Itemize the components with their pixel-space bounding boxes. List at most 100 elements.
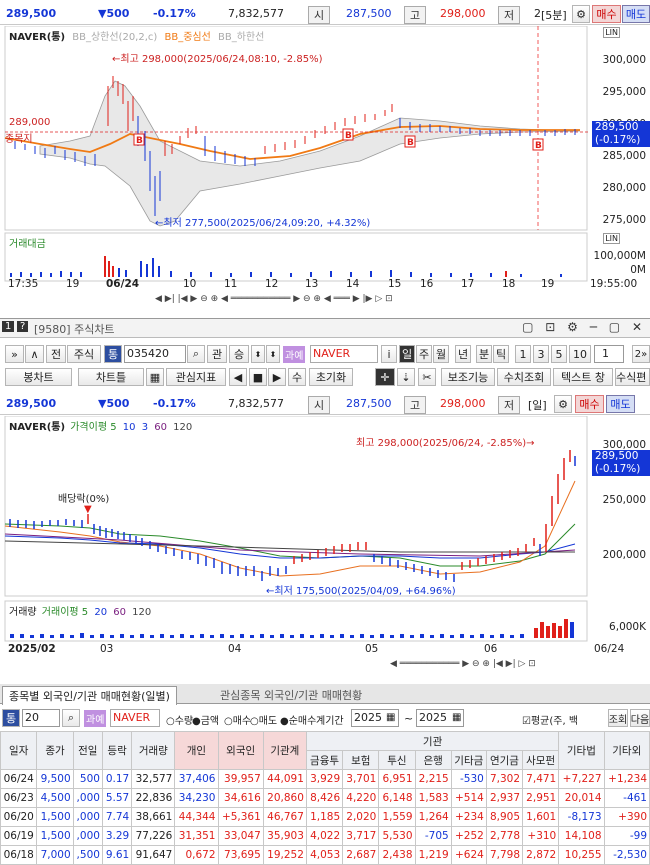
crosshair-icon[interactable]: ✛ bbox=[375, 368, 395, 386]
search-icon[interactable]: ⌕ bbox=[62, 709, 80, 727]
info-button[interactable]: i bbox=[381, 345, 397, 363]
avg-checkbox[interactable]: ☑평균(주, 백 bbox=[522, 712, 578, 727]
query-button[interactable]: 조회 bbox=[608, 709, 628, 727]
radio-sell[interactable]: ○매도 bbox=[250, 712, 277, 727]
mid-scroll-controls[interactable]: ◀ ═══════════ ▶ ⊖ ⊕ |◀ ▶| ▷ ⊡ bbox=[390, 659, 630, 673]
grid-icon[interactable]: ▦ bbox=[146, 368, 164, 386]
window-title-bar[interactable]: 1 ? [9580] 주식차트 ▢ ⊡ ⚙ ─ ▢ ✕ bbox=[0, 318, 650, 338]
table-row[interactable]: 06/23 4,500,000 5.57 22,836 34,230 34,616 20,8… bbox=[0, 788, 650, 808]
dividend-annotation: 배당락(0%) bbox=[58, 494, 110, 505]
period-minute[interactable]: 분 bbox=[476, 345, 492, 363]
search-icon[interactable]: ⌕ bbox=[187, 345, 205, 363]
chart-frame-button[interactable]: 차트틀 bbox=[78, 368, 144, 386]
buy-button[interactable]: 매수 bbox=[575, 395, 604, 413]
help-icon[interactable]: ? bbox=[17, 321, 29, 332]
sell-button[interactable]: 매도 bbox=[606, 395, 635, 413]
tab-daily-trading[interactable]: 종목별 외국인/기관 매매현황(일별) bbox=[2, 686, 177, 705]
period-month[interactable]: 월 bbox=[433, 345, 449, 363]
mid-volume-legend: 거래량 거래이평 5 20 60 120 bbox=[9, 603, 151, 618]
value-query-button[interactable]: 수치조회 bbox=[497, 368, 551, 386]
period-week[interactable]: 주 bbox=[416, 345, 432, 363]
table-cell: 2,687 bbox=[342, 845, 380, 865]
trend-icon[interactable]: ⇣ bbox=[397, 368, 415, 386]
max-annotation: ←최고 298,000(2025/06/24,08:10, -2.85%) bbox=[112, 54, 323, 65]
candle-chart-button[interactable]: 봉차트 bbox=[5, 368, 72, 386]
radio-quantity[interactable]: ○수량 bbox=[166, 712, 193, 727]
gear-icon[interactable]: ⚙ bbox=[554, 395, 572, 413]
stock-type-button[interactable]: 주식 bbox=[67, 345, 101, 363]
radio-net[interactable]: ●순매수 bbox=[280, 712, 316, 727]
radio-amount[interactable]: ●금액 bbox=[192, 712, 219, 727]
buy-button[interactable]: 매수 bbox=[592, 5, 621, 23]
calendar-icon[interactable]: ▦ bbox=[452, 712, 461, 723]
table-row[interactable]: 06/18 7,000,500 9.61 91,647 0,672 73,695 19,25… bbox=[0, 845, 650, 865]
gwan-button[interactable]: 관 bbox=[207, 345, 227, 363]
text-window-button[interactable]: 텍스트 창 bbox=[553, 368, 613, 386]
mid-chart-area[interactable]: NAVER(통) 가격이평 5 10 3 60 120 최고 298,000(2… bbox=[0, 416, 650, 682]
scissors-icon[interactable]: ✂ bbox=[418, 368, 436, 386]
top-chart-area[interactable]: B B B B NAVER(통) BB_상한선(20,2,c) BB_중심선 B… bbox=[0, 26, 650, 310]
time-tick: 19 bbox=[66, 278, 80, 290]
table-row[interactable]: 06/19 1,500,000 3.29 77,226 31,351 33,047 35,9… bbox=[0, 826, 650, 846]
tong-button[interactable]: 통 bbox=[2, 709, 20, 727]
count-button[interactable]: 수 bbox=[288, 368, 306, 386]
num-5[interactable]: 5 bbox=[551, 345, 567, 363]
period-input[interactable]: 1 bbox=[594, 345, 624, 363]
table-row[interactable]: 06/20 1,500,000 7.74 38,661 44,344 +5,361 46,7… bbox=[0, 807, 650, 827]
table-row[interactable]: 06/24 9,500 500 0.17 32,577 37,406 39,957 44,09… bbox=[0, 769, 650, 789]
col-header: 등락 bbox=[101, 731, 133, 770]
interval[interactable]: [5분] bbox=[541, 7, 567, 23]
top-axis-mode-label[interactable]: LIN bbox=[603, 27, 620, 38]
period-label: 계기간 bbox=[316, 716, 344, 727]
next-icon[interactable]: ▶ bbox=[268, 368, 286, 386]
table-cell: 0.17 bbox=[101, 769, 133, 789]
legend-ma-3: 3 bbox=[141, 422, 149, 433]
tong-button[interactable]: 통 bbox=[104, 345, 122, 363]
next-button[interactable]: 다음 bbox=[630, 709, 650, 727]
window-controls[interactable]: ▢ ⊡ ⚙ ─ ▢ ✕ bbox=[522, 320, 646, 334]
count-select[interactable]: 20 bbox=[22, 709, 60, 727]
col-header: 기타금 bbox=[450, 750, 487, 770]
prev-button[interactable]: 전 bbox=[46, 345, 66, 363]
table-cell: 1,583 bbox=[414, 788, 452, 808]
radio-buy[interactable]: ○매수 bbox=[224, 712, 251, 727]
more-button[interactable]: 2» bbox=[632, 345, 650, 363]
collapse-button[interactable]: ∧ bbox=[25, 345, 44, 363]
legend-ma-10: 10 bbox=[122, 422, 136, 433]
expand-button[interactable]: » bbox=[5, 345, 24, 363]
stop-icon[interactable]: ■ bbox=[249, 368, 267, 386]
table-cell: 5,530 bbox=[378, 826, 416, 846]
seung-button[interactable]: 승 bbox=[229, 345, 249, 363]
radio-buy-label: 매수 bbox=[232, 716, 252, 727]
volume-ma-120: 120 bbox=[132, 607, 152, 618]
spin-button[interactable]: ⬍ bbox=[251, 345, 265, 363]
mid-legend: NAVER(통) 가격이평 5 10 3 60 120 bbox=[9, 418, 192, 433]
top-price-svg: B B B B bbox=[4, 26, 590, 282]
tab-watchlist-trading[interactable]: 관심종목 외국인/기관 매매현황 bbox=[214, 686, 368, 704]
top-vol-mode-label[interactable]: LIN bbox=[603, 233, 620, 244]
aux-button[interactable]: 보조기능 bbox=[441, 368, 495, 386]
indicator-button[interactable]: 관심지표 bbox=[166, 368, 226, 386]
calendar-icon[interactable]: ▦ bbox=[386, 712, 395, 723]
table-cell: 14,108 bbox=[558, 826, 605, 846]
interval[interactable]: [일] bbox=[528, 397, 547, 413]
stock-code-input[interactable]: 035420 bbox=[124, 345, 186, 363]
period-year[interactable]: 년 bbox=[455, 345, 471, 363]
table-body: 06/24 9,500 500 0.17 32,577 37,406 39,957 44,09… bbox=[0, 769, 650, 865]
prev-icon[interactable]: ◀ bbox=[229, 368, 247, 386]
reset-button[interactable]: 초기화 bbox=[309, 368, 353, 386]
period-spin-button[interactable]: ⬍ bbox=[266, 345, 280, 363]
period-tick[interactable]: 틱 bbox=[493, 345, 509, 363]
col-header: 개인 bbox=[174, 731, 219, 770]
change: ▼500 bbox=[98, 397, 130, 410]
open-label: 시 bbox=[308, 396, 331, 414]
toolbar-2: 봉차트 차트틀 ▦ 관심지표 ◀ ■ ▶ 수 초기화 ✛ ⇣ ✂ 보조기능 수치… bbox=[0, 366, 650, 388]
gear-icon[interactable]: ⚙ bbox=[572, 5, 590, 23]
period-day[interactable]: 일 bbox=[399, 345, 415, 363]
top-scroll-controls[interactable]: ◀ ▶| |◀ ▶ ⊖ ⊕ ◀ ═══════════ ▶ ⊖ ⊕ ◀ ═══ … bbox=[155, 294, 595, 308]
num-3[interactable]: 3 bbox=[533, 345, 549, 363]
num-10[interactable]: 10 bbox=[569, 345, 591, 363]
sell-button[interactable]: 매도 bbox=[622, 5, 650, 23]
num-1[interactable]: 1 bbox=[515, 345, 531, 363]
formula-button[interactable]: 수식편 bbox=[615, 368, 650, 386]
